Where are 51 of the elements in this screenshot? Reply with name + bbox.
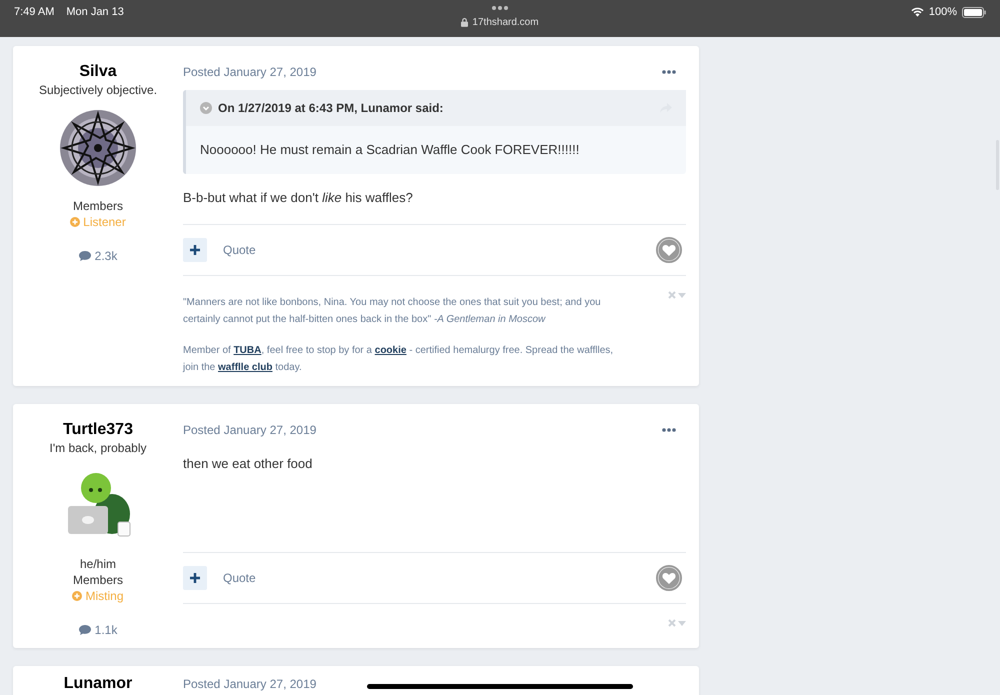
post-body: then we eat other food <box>183 455 314 473</box>
member-rank: Misting <box>85 588 124 604</box>
plus-button[interactable] <box>183 238 207 262</box>
signature-text: Member of TUBA, feel free to stop by for a cookie - certified hemalurgy free. Spread the wafflles, join the wafflle club today. <box>183 344 614 375</box>
pronouns: he/him <box>80 556 116 572</box>
status-date: Mon Jan 13 <box>66 5 124 20</box>
post-date: Posted January 27, 2019 <box>183 422 316 439</box>
post-date: Posted January 27, 2019 <box>183 64 316 81</box>
plus-icon <box>190 245 200 255</box>
signature-link[interactable]: cookie <box>374 345 406 356</box>
post-count: 2.3k <box>94 248 118 264</box>
post-date: Posted January 27, 2019 <box>183 676 316 693</box>
author-name[interactable]: Turtle373 <box>63 420 133 440</box>
quote-text: Noooooo! He must remain a Scadrian Waffle Cook FOREVER!!!!!! <box>200 142 580 157</box>
caret-icon[interactable] <box>678 292 686 298</box>
more-options-icon[interactable] <box>662 70 676 74</box>
member-rank: Listener <box>83 214 126 230</box>
post-count: 1.1k <box>94 622 118 638</box>
status-time: 7:49 AM <box>14 5 54 20</box>
author-name[interactable]: Silva <box>79 62 117 82</box>
member-title: I'm back, probably <box>49 440 146 456</box>
post-body: B-b-but what if we don't like his waffles? <box>183 189 414 207</box>
plus-circle-icon <box>72 591 82 601</box>
battery-percentage: 100% <box>928 5 957 20</box>
quote-header: On 1/27/2019 at 6:43 PM, Lunamor said: <box>218 100 444 117</box>
more-options-icon[interactable] <box>662 428 676 432</box>
lock-icon <box>461 18 468 27</box>
quote-button[interactable]: Quote <box>223 569 256 587</box>
battery-icon <box>962 6 986 18</box>
author-name[interactable]: Lunamor <box>64 674 132 694</box>
signature-link[interactable]: wafflle club <box>218 362 272 373</box>
url-text[interactable]: 17thshard.com <box>472 15 539 30</box>
plus-button[interactable] <box>183 566 207 590</box>
heart-icon[interactable] <box>656 237 682 263</box>
wifi-icon <box>910 7 924 18</box>
chevron-circle-icon[interactable] <box>200 102 212 114</box>
member-group: Members <box>72 572 123 588</box>
signature-link[interactable]: TUBA <box>234 345 262 356</box>
heart-icon[interactable] <box>656 565 682 591</box>
member-group: Members <box>72 198 123 214</box>
comment-icon <box>78 251 91 261</box>
comment-icon <box>78 625 91 635</box>
signature-quote: "Manners are not like bonbons, Nina. You may not choose the ones that suit you best; and you certainly cannot put the half-bitten ones back in the box" -A Gentleman in Moscow <box>183 296 602 327</box>
plus-icon <box>190 573 200 583</box>
plus-circle-icon <box>70 217 80 227</box>
more-icon[interactable] <box>492 6 508 10</box>
close-icon[interactable] <box>668 619 676 627</box>
quote-button[interactable]: Quote <box>223 241 256 259</box>
member-title: Subjectively objective. <box>38 82 158 98</box>
close-icon[interactable] <box>668 291 676 299</box>
caret-icon[interactable] <box>678 620 686 626</box>
